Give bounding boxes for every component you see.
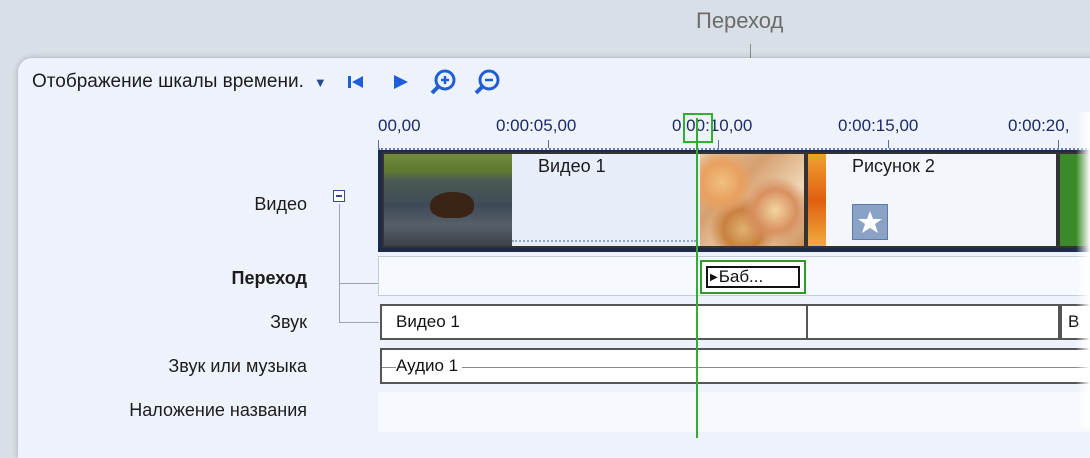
ruler-tick	[888, 140, 889, 148]
track-label-audio-music: Звук или музыка	[168, 356, 307, 376]
ruler-tick-label: 0:00:05,00	[496, 116, 577, 135]
track-label-transition: Переход	[231, 268, 307, 288]
transition-clip[interactable]: ▶ Баб...	[700, 260, 806, 294]
music-track: Аудио 1	[378, 348, 1090, 386]
ruler-tick	[1058, 140, 1059, 148]
tree-line	[339, 204, 340, 322]
bear-shape	[430, 192, 474, 218]
clip-title: Рисунок 2	[852, 156, 935, 176]
playhead[interactable]	[696, 118, 698, 438]
music-clip-label: Аудио 1	[396, 356, 463, 376]
audio-clip-label: Видео 1	[396, 312, 460, 331]
track-label-video: Видео	[254, 194, 307, 214]
play-icon[interactable]	[385, 67, 415, 97]
track-label-title-overlay: Наложение названия	[129, 400, 307, 420]
track-label-audio: Звук	[270, 312, 307, 332]
tree-line	[339, 283, 379, 284]
playhead-handle[interactable]	[683, 113, 713, 143]
image-clip-2[interactable]: Рисунок 2	[806, 152, 1058, 248]
video-thumbnail-end	[700, 154, 804, 246]
zoom-out-icon[interactable]	[473, 67, 503, 97]
collapse-icon[interactable]	[333, 190, 345, 202]
clip-dotted-line	[512, 240, 696, 242]
audio-track: Видео 1 В	[378, 304, 1090, 342]
timeline-view-dropdown[interactable]: Отображение шкалы времени.	[32, 71, 304, 93]
audio-clip-video1[interactable]: Видео 1	[380, 304, 808, 340]
triangle-right-icon: ▶	[710, 271, 718, 283]
star-icon	[852, 204, 888, 240]
image-thumbnail-edge	[808, 154, 826, 246]
music-clip-1[interactable]: Аудио 1	[380, 348, 1090, 384]
skip-back-icon[interactable]	[341, 67, 371, 97]
audio-clip-gap[interactable]	[808, 304, 1060, 340]
transition-clip-inner: ▶ Баб...	[706, 266, 800, 288]
ruler-tick-label: 0:00:20,	[1008, 116, 1070, 135]
timeline-toolbar: Отображение шкалы времени. ▼	[32, 62, 503, 102]
time-ruler[interactable]: 00,00 0:00:05,00 0:00:10,00 0:00:15,00 0…	[378, 112, 1090, 150]
ruler-tick	[378, 140, 379, 148]
ruler-tick	[718, 140, 719, 148]
tree-line	[339, 322, 379, 323]
zoom-in-icon[interactable]	[429, 67, 459, 97]
ruler-tick	[548, 140, 549, 148]
clip-title: Видео 1	[538, 156, 606, 176]
ruler-tick-label: 00,00	[378, 116, 421, 135]
ruler-tick-label: 0:00:15,00	[838, 116, 919, 135]
video-thumbnail	[384, 154, 512, 246]
chevron-down-icon[interactable]: ▼	[314, 75, 327, 90]
audio-waveform	[382, 367, 1090, 368]
transition-callout-label: Переход	[696, 8, 784, 33]
video-clip-1[interactable]: Видео 1	[382, 152, 806, 248]
panel-right-fade	[1076, 112, 1090, 428]
title-overlay-track	[378, 392, 1090, 432]
transition-label: Баб...	[718, 267, 764, 286]
